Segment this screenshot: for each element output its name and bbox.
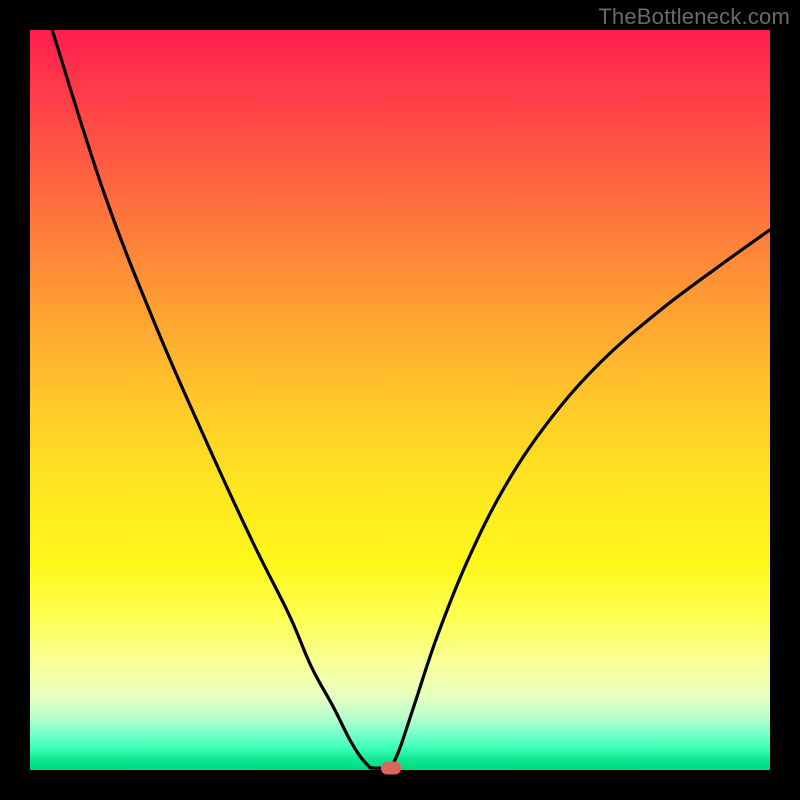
chart-frame: TheBottleneck.com (0, 0, 800, 800)
bottleneck-curve (30, 30, 770, 770)
watermark-text: TheBottleneck.com (598, 4, 790, 30)
minimum-marker (381, 762, 401, 775)
plot-area (30, 30, 770, 770)
